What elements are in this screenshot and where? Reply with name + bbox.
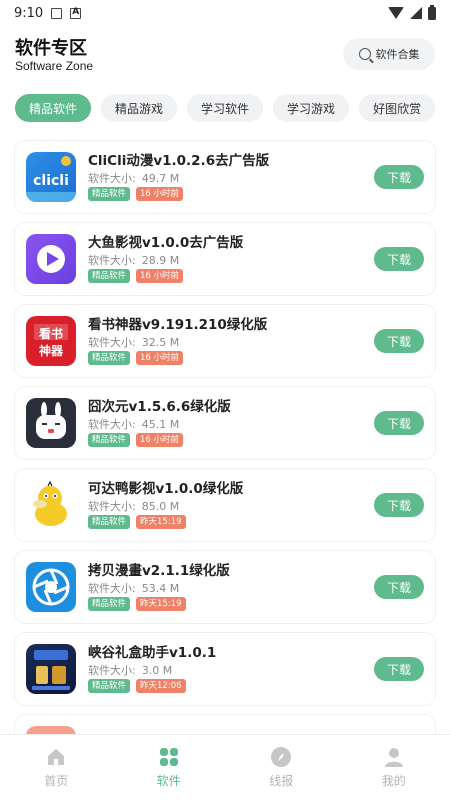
nav-profile[interactable]: 我的 [338, 735, 450, 800]
list-item[interactable]: 大鱼影视v1.0.0去广告版 软件大小: 28.9 M 精品软件 16 小时前 下… [15, 223, 435, 295]
tab-learning-games[interactable]: 学习游戏 [273, 94, 350, 122]
rabbit-icon [26, 398, 76, 448]
category-badge: 精品软件 [88, 679, 131, 693]
app-name: 拷贝漫畫v2.1.1绿化版 [88, 563, 230, 579]
nav-home[interactable]: 首页 [0, 735, 113, 800]
download-button[interactable]: 下载 [374, 165, 424, 189]
home-icon [48, 749, 65, 765]
app-size: 软件大小: 32.5 M [88, 336, 180, 349]
app-badges: 精品软件 16 小时前 [88, 187, 184, 201]
download-button[interactable]: 下载 [374, 247, 424, 271]
app-name: 看书神器v9.191.210绿化版 [88, 317, 268, 333]
software-collection-search-button[interactable]: 软件合集 [343, 38, 435, 70]
clicli-icon: clicli [26, 152, 76, 202]
list-item[interactable]: 囧次元v1.5.6.6绿化版 软件大小: 45.1 M 精品软件 16 小时前 下… [15, 387, 435, 459]
tab-premium-games[interactable]: 精品游戏 [101, 94, 178, 122]
category-badge: 精品软件 [88, 269, 131, 283]
app-badges: 精品软件 16 小时前 [88, 269, 184, 283]
image-notification-icon [51, 7, 63, 19]
app-size: 软件大小: 53.4 M [88, 582, 180, 595]
tab-premium-software[interactable]: 精品软件 [15, 94, 92, 122]
battery-icon [428, 4, 436, 20]
book-icon: 看书 神器 [26, 316, 76, 366]
download-button[interactable]: 下载 [374, 575, 424, 599]
nav-software-label: 软件 [156, 774, 181, 788]
nav-home-label: 首页 [44, 774, 69, 788]
tab-learning-software[interactable]: 学习软件 [187, 94, 264, 122]
list-item[interactable]: 看书神器 看书神器v9.191.210绿化版 软件大小: 32.5 M 精品软件 … [15, 305, 435, 377]
nav-software[interactable]: 软件 [113, 735, 226, 800]
svg-text:clicli: clicli [33, 173, 69, 189]
category-badge: 精品软件 [88, 187, 131, 201]
app-name: CliCli动漫v1.0.2.6去广告版 [88, 153, 270, 169]
svg-text:看书: 看书 [39, 326, 63, 341]
list-item[interactable]: clicli CliCli动漫v1.0.2.6去广告版 软件大小: 49.7 M … [15, 141, 435, 213]
duck-icon [26, 480, 76, 530]
app-badges: 精品软件 16 小时前 [88, 433, 184, 447]
nav-profile-label: 我的 [381, 774, 406, 788]
app-size: 软件大小: 3.0 M [88, 664, 173, 677]
app-name: 大鱼影视v1.0.0去广告版 [88, 235, 244, 251]
a-notification-icon [70, 7, 82, 19]
category-badge: 精品软件 [88, 351, 131, 365]
tab-pictures[interactable]: 好图欣赏 [359, 94, 436, 122]
giftbox-icon [26, 644, 76, 694]
page-subtitle: Software Zone [15, 59, 94, 73]
time-badge: 昨天15:19 [136, 515, 186, 529]
category-tabs: 精品软件 精品游戏 学习软件 学习游戏 好图欣赏 [15, 94, 450, 122]
app-size: 软件大小: 45.1 M [88, 418, 180, 431]
time-badge: 昨天15:19 [136, 597, 186, 611]
category-badge: 精品软件 [88, 433, 131, 447]
aperture-icon [26, 562, 76, 612]
status-bar: 9:10 [0, 0, 450, 26]
app-badges: 精品软件 昨天15:19 [88, 597, 186, 611]
download-button[interactable]: 下载 [374, 493, 424, 517]
signal-icon [410, 7, 422, 19]
page-title: 软件专区 [15, 38, 87, 59]
app-badges: 精品软件 昨天15:19 [88, 515, 186, 529]
category-badge: 精品软件 [88, 597, 131, 611]
app-name: 峡谷礼盒助手v1.0.1 [88, 645, 217, 661]
time-badge: 16 小时前 [136, 187, 184, 201]
list-item[interactable]: 可达鸭影视v1.0.0绿化版 软件大小: 85.0 M 精品软件 昨天15:19 … [15, 469, 435, 541]
header: 软件专区 Software Zone 软件合集 [0, 26, 450, 84]
grid-icon [159, 748, 178, 766]
play-icon [26, 234, 76, 284]
download-button[interactable]: 下载 [374, 329, 424, 353]
time-badge: 16 小时前 [136, 269, 184, 283]
time-badge: 16 小时前 [136, 351, 184, 365]
status-time: 9:10 [14, 5, 44, 21]
download-button[interactable]: 下载 [374, 411, 424, 435]
app-list: clicli CliCli动漫v1.0.2.6去广告版 软件大小: 49.7 M … [15, 141, 435, 755]
nav-news-label: 线报 [269, 774, 294, 788]
wifi-icon [388, 7, 404, 19]
compass-icon [271, 747, 292, 767]
app-size: 软件大小: 49.7 M [88, 172, 180, 185]
svg-text:神器: 神器 [39, 343, 64, 358]
app-size: 软件大小: 85.0 M [88, 500, 180, 513]
list-item[interactable]: 峡谷礼盒助手v1.0.1 软件大小: 3.0 M 精品软件 昨天12:06 下载 [15, 633, 435, 705]
list-item[interactable]: 拷贝漫畫v2.1.1绿化版 软件大小: 53.4 M 精品软件 昨天15:19 下… [15, 551, 435, 623]
download-button[interactable]: 下载 [374, 657, 424, 681]
app-badges: 精品软件 昨天12:06 [88, 679, 186, 693]
nav-news[interactable]: 线报 [225, 735, 338, 800]
time-badge: 16 小时前 [136, 433, 184, 447]
search-icon [358, 48, 371, 60]
app-size: 软件大小: 28.9 M [88, 254, 180, 267]
app-badges: 精品软件 16 小时前 [88, 351, 184, 365]
user-icon [384, 748, 403, 767]
app-name: 囧次元v1.5.6.6绿化版 [88, 399, 231, 415]
category-badge: 精品软件 [88, 515, 131, 529]
app-name: 可达鸭影视v1.0.0绿化版 [88, 481, 244, 497]
search-button-label: 软件合集 [375, 48, 420, 61]
time-badge: 昨天12:06 [136, 679, 186, 693]
bottom-nav: 首页 软件 线报 我的 [0, 734, 450, 800]
